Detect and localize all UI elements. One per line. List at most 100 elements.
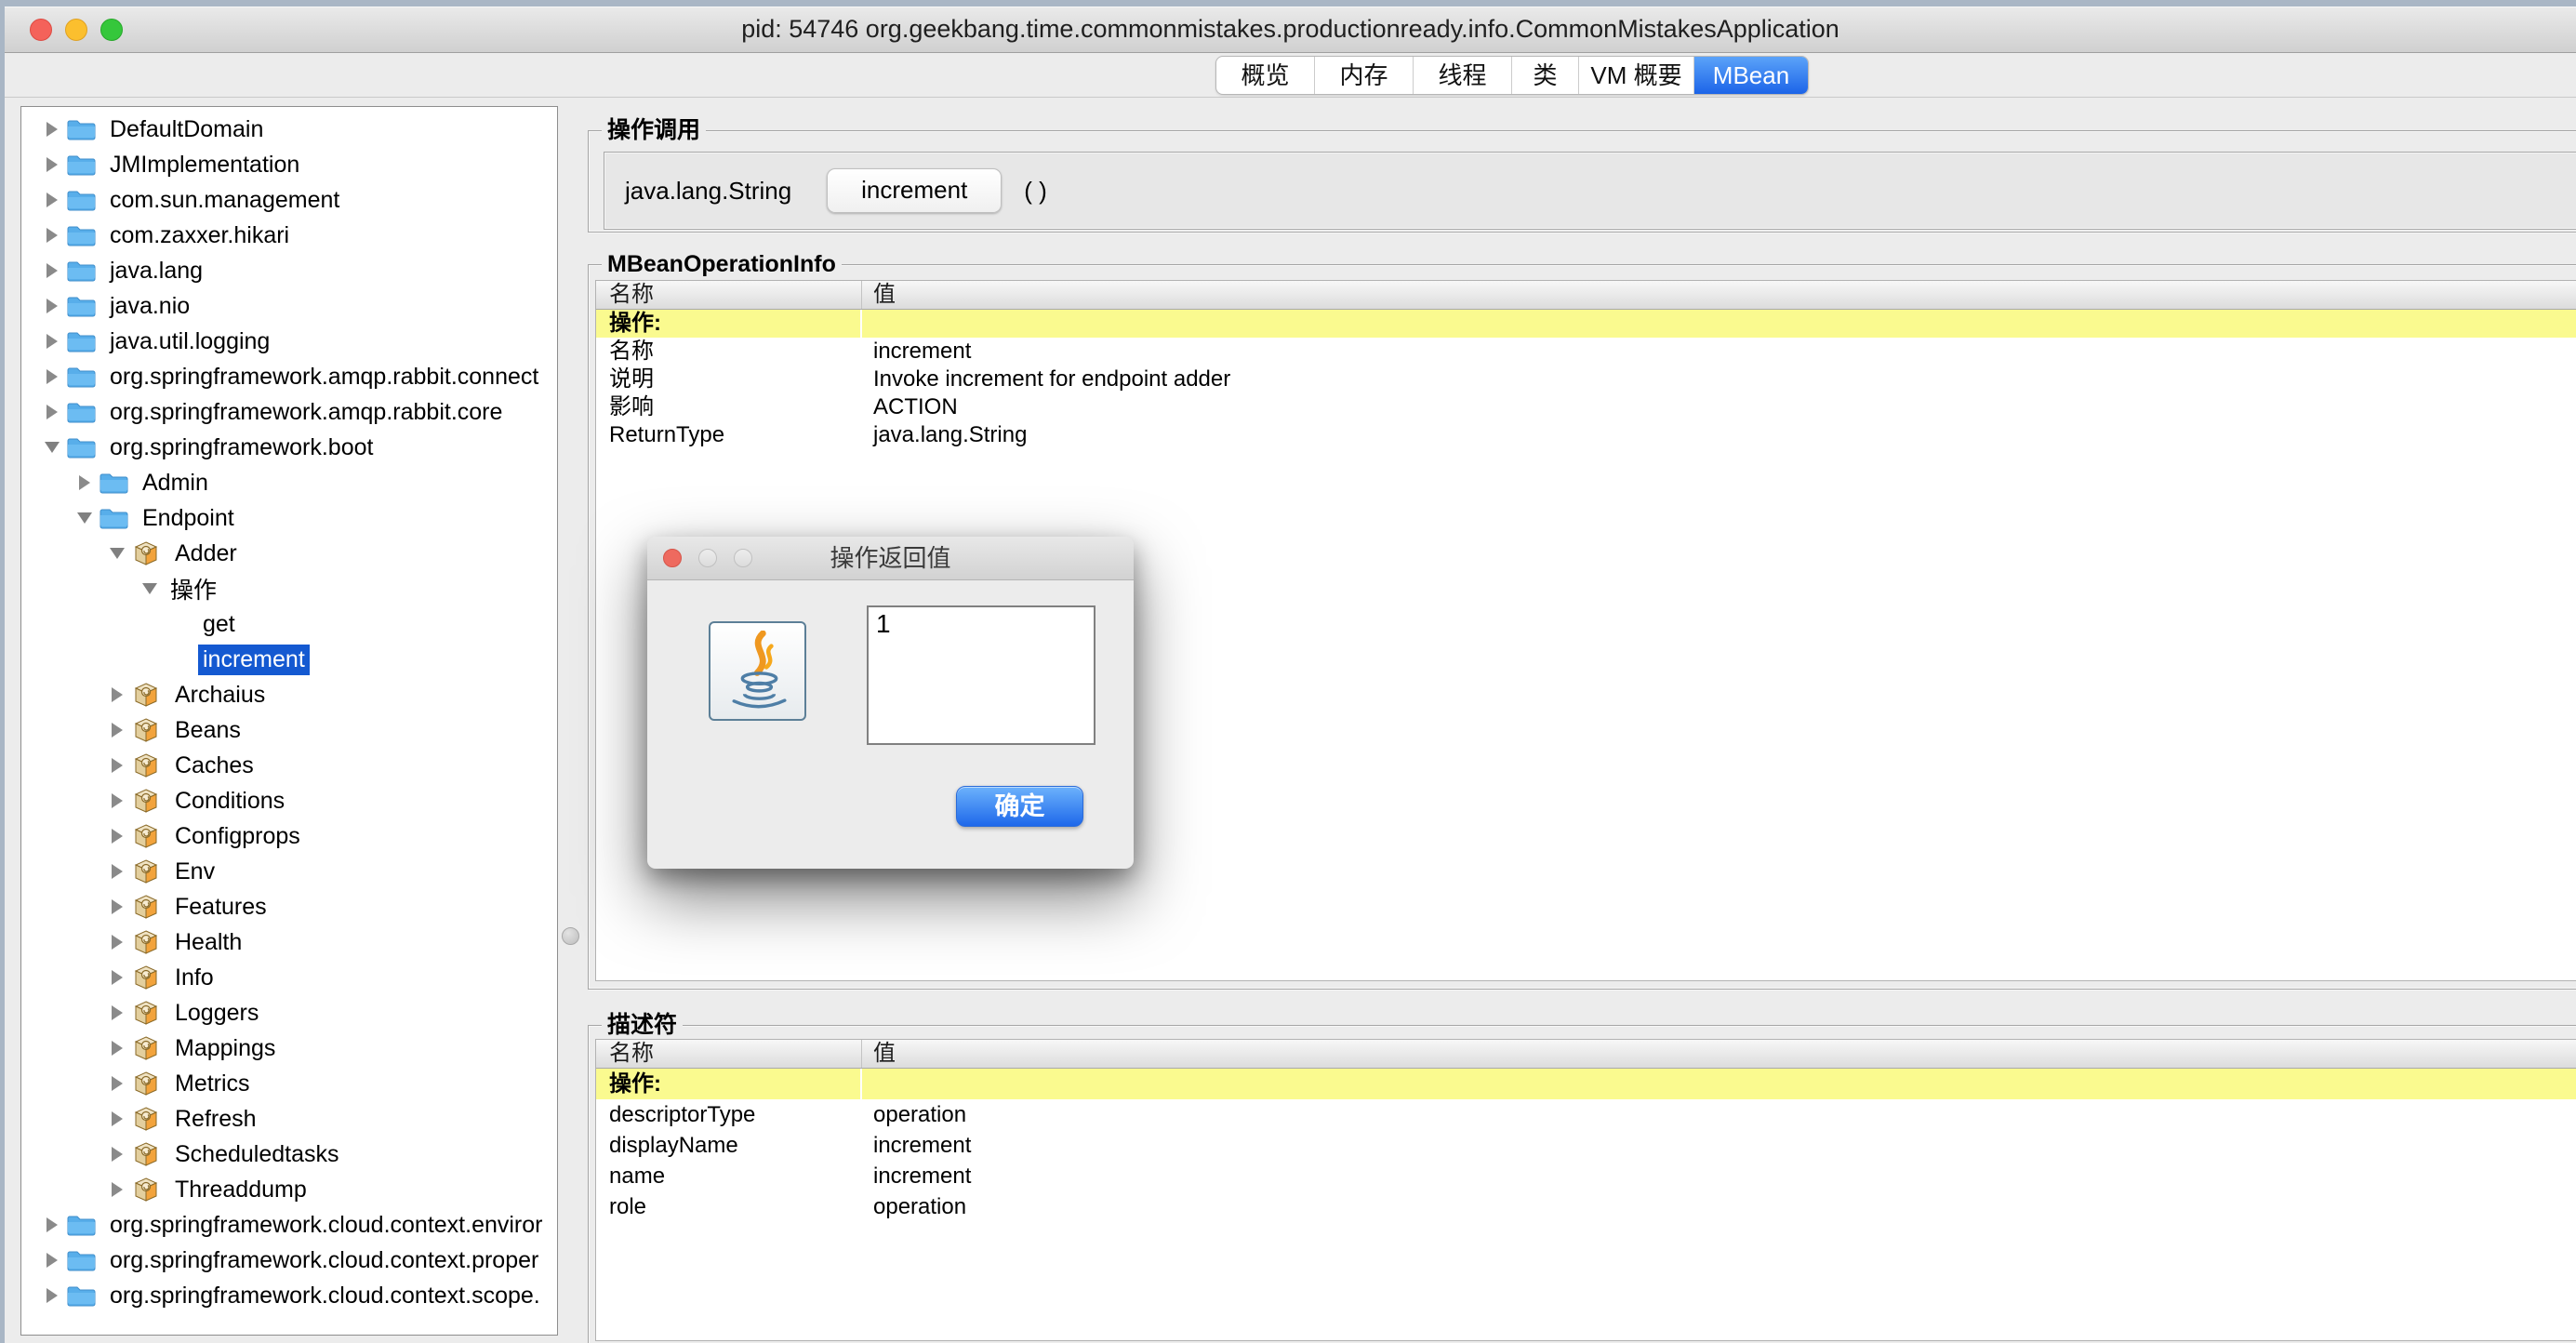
table-row[interactable]: 名称increment [596,338,2576,366]
tree-item[interactable]: Metrics [21,1066,557,1101]
chevron-right-icon[interactable] [107,1076,127,1091]
tree-item[interactable]: Caches [21,748,557,783]
chevron-down-icon[interactable] [74,512,95,524]
chevron-right-icon[interactable] [42,334,62,349]
chevron-right-icon[interactable] [107,1005,127,1020]
table-row[interactable]: ReturnTypejava.lang.String [596,421,2576,449]
tree-item[interactable]: Archaius [21,677,557,712]
tree-item[interactable]: Scheduledtasks [21,1137,557,1172]
tree-item[interactable]: Env [21,854,557,889]
tree-item[interactable]: Health [21,924,557,960]
chevron-right-icon[interactable] [42,1217,62,1232]
tree-item[interactable]: com.zaxxer.hikari [21,218,557,253]
table-row[interactable]: 操作: [596,1069,2576,1099]
tree-item-label: increment [198,645,310,675]
column-header-name[interactable]: 名称 [596,281,862,309]
tree-item[interactable]: Conditions [21,783,557,818]
tab-vm-summary[interactable]: VM 概要 [1579,57,1694,94]
tree-item[interactable]: Features [21,889,557,924]
tree-item[interactable]: org.springframework.cloud.context.proper [21,1243,557,1278]
tree-item[interactable]: Endpoint [21,500,557,536]
tree-item[interactable]: Admin [21,465,557,500]
ok-button[interactable]: 确定 [956,786,1083,827]
chevron-right-icon[interactable] [107,935,127,950]
chevron-down-icon[interactable] [42,442,62,453]
table-row[interactable]: 说明Invoke increment for endpoint adder [596,366,2576,393]
folder-icon [62,366,100,388]
tree-item-label: Caches [170,751,259,781]
chevron-right-icon[interactable] [42,228,62,243]
table-row[interactable]: displayNameincrement [596,1130,2576,1161]
tree-item[interactable]: com.sun.management [21,182,557,218]
table-row[interactable]: 操作: [596,310,2576,338]
chevron-right-icon[interactable] [42,122,62,137]
chevron-right-icon[interactable] [107,758,127,773]
chevron-right-icon[interactable] [107,1041,127,1056]
chevron-right-icon[interactable] [107,970,127,985]
tab-overview[interactable]: 概览 [1216,57,1315,94]
chevron-right-icon[interactable] [42,1253,62,1268]
tree-item-label: Refresh [170,1104,261,1135]
table-row[interactable]: nameincrement [596,1161,2576,1191]
increment-operation-button[interactable]: increment [827,168,1002,213]
tab-classes[interactable]: 类 [1512,57,1579,94]
chevron-right-icon[interactable] [42,369,62,384]
chevron-right-icon[interactable] [42,405,62,419]
tree-item[interactable]: org.springframework.amqp.rabbit.core [21,394,557,430]
tree-item[interactable]: org.springframework.boot [21,430,557,465]
chevron-right-icon[interactable] [107,829,127,844]
tree-item[interactable]: java.nio [21,288,557,324]
tab-mbean[interactable]: MBean [1694,57,1808,94]
chevron-right-icon[interactable] [42,299,62,313]
tree-item[interactable]: Info [21,960,557,995]
tree-item[interactable]: increment [21,642,557,677]
mbean-icon [127,1142,165,1166]
tree-item-label: Adder [170,539,242,569]
tree-item[interactable]: Beans [21,712,557,748]
chevron-right-icon[interactable] [107,687,127,702]
splitter-handle[interactable] [562,927,579,945]
table-row[interactable]: roleoperation [596,1191,2576,1222]
cell-value [862,310,2576,338]
tree-item[interactable]: org.springframework.amqp.rabbit.connect [21,359,557,394]
chevron-right-icon[interactable] [42,263,62,278]
chevron-right-icon[interactable] [107,723,127,738]
chevron-right-icon[interactable] [107,899,127,914]
tree-item[interactable]: Mappings [21,1031,557,1066]
chevron-down-icon[interactable] [107,548,127,559]
chevron-right-icon[interactable] [42,157,62,172]
tree-item[interactable]: Loggers [21,995,557,1031]
tree-item[interactable]: Threaddump [21,1172,557,1207]
column-header-value[interactable]: 值 [862,281,2576,309]
tree-item[interactable]: org.springframework.cloud.context.enviro… [21,1207,557,1243]
mbean-icon [127,1107,165,1131]
tree-item[interactable]: org.springframework.cloud.context.scope. [21,1278,557,1313]
tree-item[interactable]: JMImplementation [21,147,557,182]
tree-item-label: org.springframework.amqp.rabbit.core [105,397,507,428]
chevron-right-icon[interactable] [74,475,95,490]
chevron-right-icon[interactable] [107,1147,127,1162]
tree-item[interactable]: Refresh [21,1101,557,1137]
table-row[interactable]: descriptorTypeoperation [596,1099,2576,1130]
chevron-right-icon[interactable] [107,793,127,808]
chevron-down-icon[interactable] [139,583,160,594]
chevron-right-icon[interactable] [107,864,127,879]
table-row[interactable]: 影响ACTION [596,393,2576,421]
tree-item[interactable]: java.util.logging [21,324,557,359]
tree-item[interactable]: DefaultDomain [21,112,557,147]
tree-item[interactable]: java.lang [21,253,557,288]
tab-threads[interactable]: 线程 [1414,57,1512,94]
column-header-value[interactable]: 值 [862,1040,2576,1068]
chevron-right-icon[interactable] [42,1288,62,1303]
mbean-tree[interactable]: DefaultDomainJMImplementationcom.sun.man… [20,106,558,1336]
tree-item[interactable]: Adder [21,536,557,571]
tree-item[interactable]: 操作 [21,571,557,606]
chevron-right-icon[interactable] [107,1111,127,1126]
return-value-textarea[interactable]: 1 [867,605,1095,745]
tree-item[interactable]: get [21,606,557,642]
column-header-name[interactable]: 名称 [596,1040,862,1068]
chevron-right-icon[interactable] [42,193,62,207]
tree-item[interactable]: Configprops [21,818,557,854]
chevron-right-icon[interactable] [107,1182,127,1197]
tab-memory[interactable]: 内存 [1315,57,1414,94]
